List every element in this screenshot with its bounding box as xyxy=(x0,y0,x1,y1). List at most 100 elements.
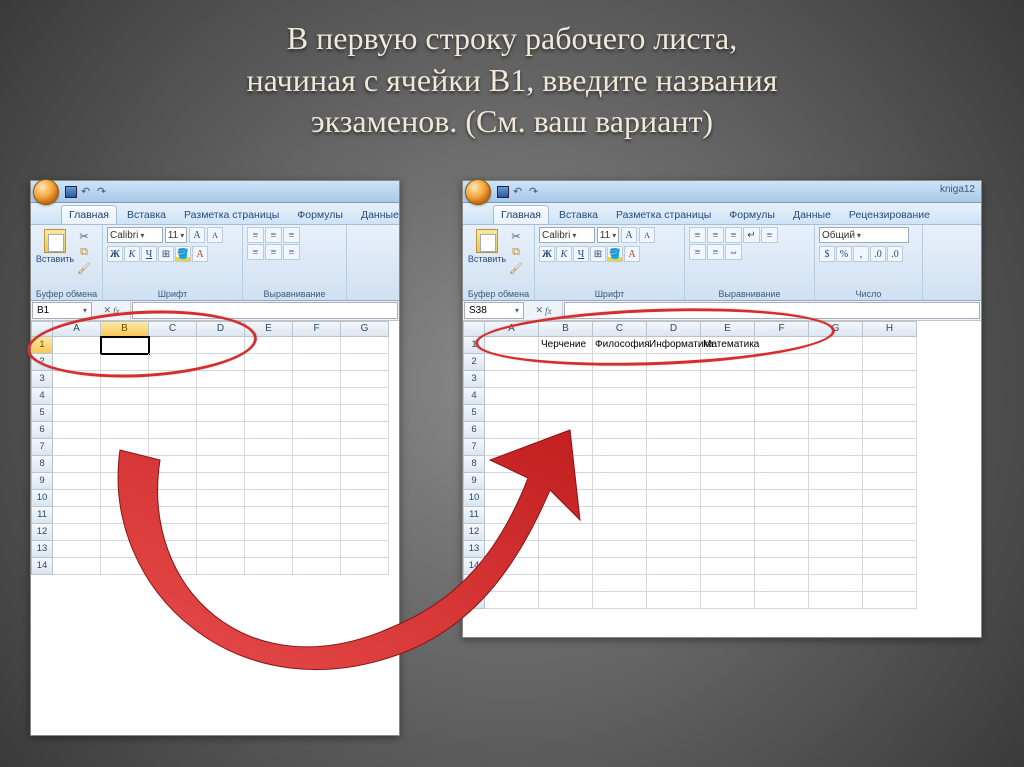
cell[interactable] xyxy=(293,371,341,388)
cell[interactable] xyxy=(647,473,701,490)
align-center-icon[interactable]: ≡ xyxy=(265,244,282,260)
cell[interactable] xyxy=(53,473,101,490)
cell[interactable] xyxy=(485,371,539,388)
cell[interactable] xyxy=(755,575,809,592)
column-header[interactable]: G xyxy=(809,321,863,337)
cell[interactable] xyxy=(539,524,593,541)
cell[interactable] xyxy=(755,388,809,405)
cell[interactable] xyxy=(593,473,647,490)
cell[interactable] xyxy=(149,371,197,388)
cell[interactable] xyxy=(341,456,389,473)
row-header[interactable]: 6 xyxy=(463,422,485,439)
cell[interactable] xyxy=(149,558,197,575)
cell[interactable] xyxy=(485,422,539,439)
cell[interactable] xyxy=(701,592,755,609)
column-header[interactable]: B xyxy=(539,321,593,337)
cell[interactable] xyxy=(701,371,755,388)
cell[interactable] xyxy=(101,388,149,405)
row-header[interactable]: 11 xyxy=(463,507,485,524)
row-header[interactable]: 13 xyxy=(31,541,53,558)
underline-button[interactable]: Ч xyxy=(141,246,157,262)
cell[interactable] xyxy=(197,456,245,473)
cell[interactable] xyxy=(863,371,917,388)
align-top-icon[interactable]: ≡ xyxy=(689,227,706,243)
cell[interactable] xyxy=(485,405,539,422)
cut-icon[interactable]: ✂ xyxy=(509,229,523,243)
cell[interactable] xyxy=(809,507,863,524)
cell[interactable] xyxy=(755,473,809,490)
cell[interactable] xyxy=(647,541,701,558)
cell[interactable] xyxy=(593,456,647,473)
column-header[interactable]: B xyxy=(101,321,149,337)
cell[interactable] xyxy=(593,524,647,541)
merge-icon[interactable]: ⇔ xyxy=(725,244,742,260)
tab-layout[interactable]: Разметка страницы xyxy=(608,205,719,224)
cell[interactable] xyxy=(149,473,197,490)
cell[interactable]: Информатика xyxy=(647,337,701,354)
cell[interactable] xyxy=(197,405,245,422)
cell[interactable] xyxy=(53,456,101,473)
column-header[interactable]: C xyxy=(593,321,647,337)
cell[interactable] xyxy=(197,354,245,371)
align-bottom-icon[interactable]: ≡ xyxy=(283,227,300,243)
cell[interactable] xyxy=(701,575,755,592)
cell[interactable] xyxy=(53,439,101,456)
formula-input[interactable] xyxy=(132,302,398,319)
cell[interactable] xyxy=(149,388,197,405)
cell[interactable] xyxy=(539,507,593,524)
cell[interactable] xyxy=(245,541,293,558)
cell[interactable] xyxy=(539,422,593,439)
cell[interactable] xyxy=(149,456,197,473)
name-box[interactable]: S38▾ xyxy=(464,302,524,319)
cell[interactable] xyxy=(293,524,341,541)
bold-button[interactable]: Ж xyxy=(539,246,555,262)
fill-color-button[interactable]: 🪣 xyxy=(175,246,191,262)
font-size-combo[interactable]: 11▾ xyxy=(165,227,187,243)
cell[interactable] xyxy=(149,490,197,507)
row-header[interactable]: 8 xyxy=(31,456,53,473)
cell[interactable] xyxy=(53,371,101,388)
cell[interactable] xyxy=(293,422,341,439)
column-header[interactable]: E xyxy=(245,321,293,337)
cell[interactable] xyxy=(341,439,389,456)
cell[interactable] xyxy=(197,371,245,388)
cell[interactable] xyxy=(539,490,593,507)
cell[interactable] xyxy=(53,422,101,439)
worksheet[interactable]: ABCDEFG1234567891011121314 xyxy=(31,321,399,575)
cell[interactable] xyxy=(809,388,863,405)
grow-font-icon[interactable]: A xyxy=(621,227,637,243)
number-format-combo[interactable]: Общий▾ xyxy=(819,227,909,243)
cell[interactable] xyxy=(809,456,863,473)
cell[interactable] xyxy=(539,473,593,490)
redo-icon[interactable]: ↷ xyxy=(529,186,541,198)
align-center-icon[interactable]: ≡ xyxy=(689,244,706,260)
wrap-text-icon[interactable]: ↵ xyxy=(743,227,760,243)
cell[interactable] xyxy=(809,473,863,490)
format-painter-icon[interactable]: 🖌 xyxy=(509,261,523,275)
cell[interactable] xyxy=(863,388,917,405)
cell[interactable] xyxy=(863,439,917,456)
bold-button[interactable]: Ж xyxy=(107,246,123,262)
shrink-font-icon[interactable]: A xyxy=(207,227,223,243)
row-header[interactable]: 5 xyxy=(31,405,53,422)
cell[interactable] xyxy=(593,388,647,405)
tab-review[interactable]: Рецензирование xyxy=(841,205,938,224)
cell[interactable] xyxy=(197,473,245,490)
cell[interactable] xyxy=(293,507,341,524)
undo-icon[interactable]: ↶ xyxy=(513,186,525,198)
cell[interactable] xyxy=(293,388,341,405)
cell[interactable] xyxy=(647,388,701,405)
cell[interactable] xyxy=(293,354,341,371)
cell[interactable] xyxy=(593,592,647,609)
cell[interactable] xyxy=(647,456,701,473)
cell[interactable] xyxy=(53,524,101,541)
percent-icon[interactable]: % xyxy=(836,246,852,262)
cell[interactable] xyxy=(809,354,863,371)
cell[interactable] xyxy=(245,507,293,524)
cell[interactable] xyxy=(863,354,917,371)
undo-icon[interactable]: ↶ xyxy=(81,186,93,198)
border-button[interactable]: ⊞ xyxy=(590,246,606,262)
tab-home[interactable]: Главная xyxy=(493,205,549,224)
cell[interactable]: Черчение xyxy=(539,337,593,354)
cell[interactable] xyxy=(485,388,539,405)
